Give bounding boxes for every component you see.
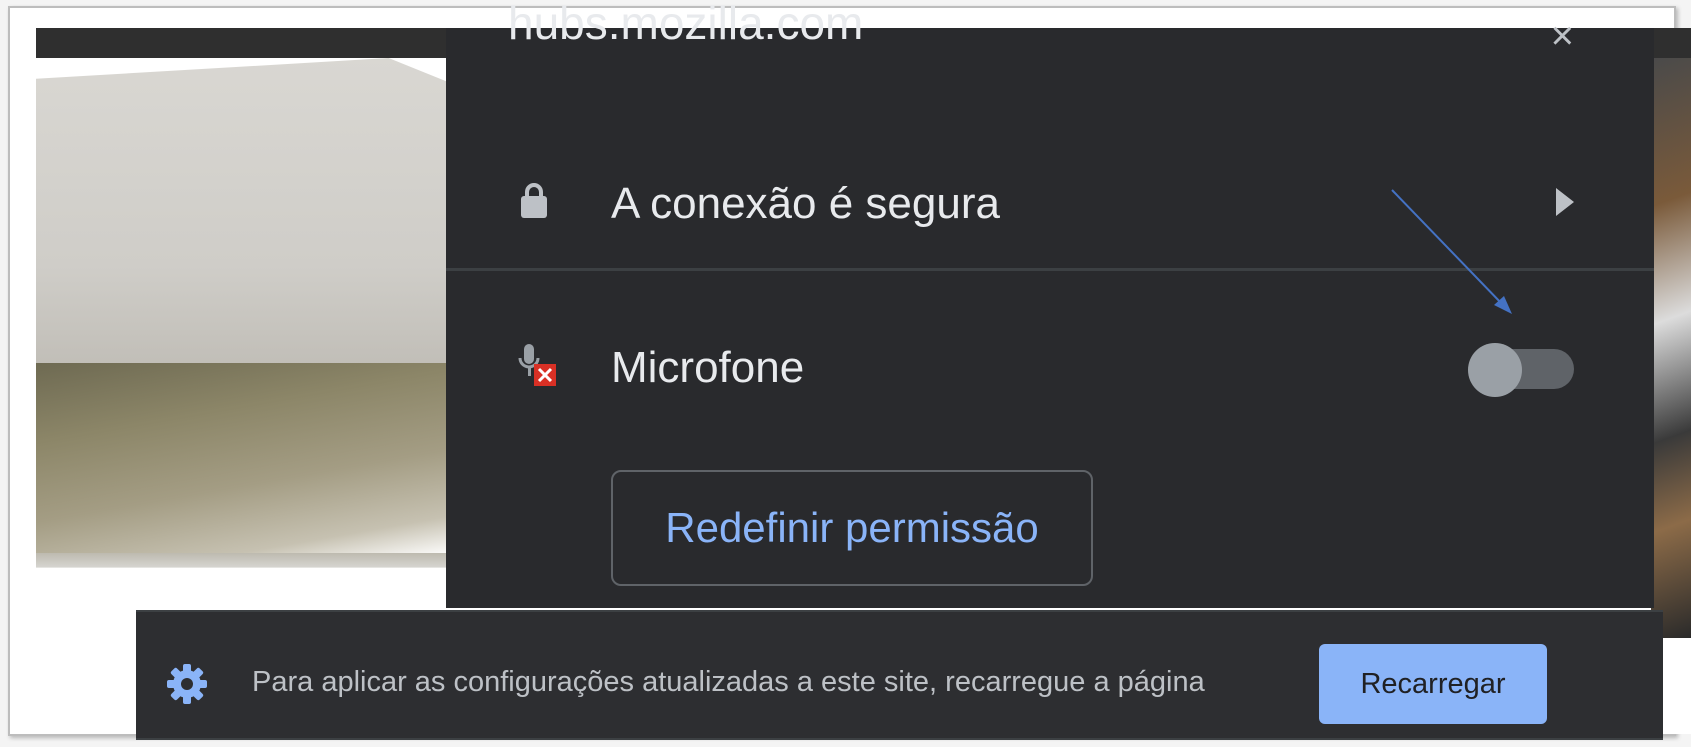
reload-infobar: Para aplicar as configurações atualizada… — [136, 610, 1663, 740]
reload-button[interactable]: Recarregar — [1319, 644, 1547, 724]
infobar-message: Para aplicar as configurações atualizada… — [252, 666, 1205, 698]
gear-icon — [167, 664, 207, 704]
screenshot-frame: hubs.mozilla.com × A conexão é segura Mi… — [0, 0, 1691, 747]
site-domain: hubs.mozilla.com — [508, 0, 864, 49]
connection-security-row[interactable]: A conexão é segura — [446, 138, 1654, 238]
reset-permission-button[interactable]: Redefinir permissão — [611, 470, 1093, 586]
microphone-permission-row: Microfone — [446, 328, 1654, 408]
connection-status-label: A conexão é segura — [611, 179, 1000, 228]
lock-icon — [521, 183, 547, 218]
microphone-toggle[interactable] — [1468, 343, 1576, 397]
scene-ground — [36, 363, 466, 553]
microphone-blocked-icon — [518, 344, 556, 386]
section-divider — [446, 268, 1654, 271]
site-info-popup: hubs.mozilla.com × A conexão é segura Mi… — [446, 0, 1654, 608]
toggle-thumb — [1468, 343, 1522, 397]
close-icon[interactable]: × — [1551, 16, 1574, 56]
microphone-label: Microfone — [611, 343, 805, 392]
scene-right-edge — [1651, 58, 1691, 638]
chevron-right-icon — [1556, 188, 1574, 216]
